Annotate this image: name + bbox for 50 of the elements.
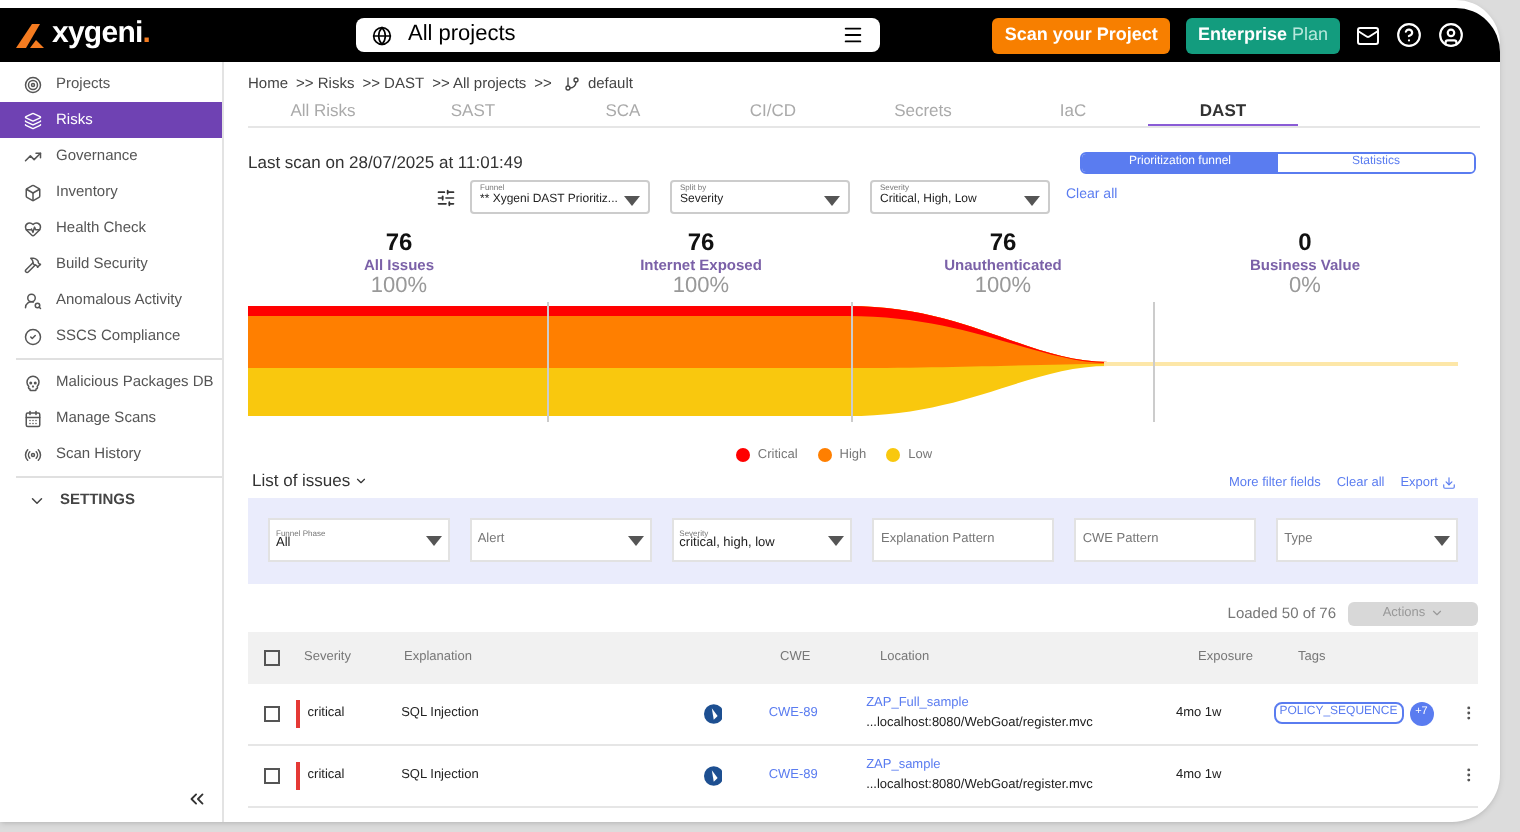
hammer-icon [24,255,42,273]
help-icon[interactable] [1396,22,1422,48]
list-title[interactable]: List of issues [252,468,369,494]
layers-icon [24,111,42,129]
logo-icon [16,23,44,47]
radio-icon [24,445,42,463]
stage-count: 0 [1298,230,1312,254]
project-selector[interactable]: All projects [356,18,880,52]
calendar-icon [24,409,42,427]
sliders-icon[interactable] [436,187,456,207]
stage-percent: 100% [370,275,428,297]
severity-bar [295,761,300,789]
chevron-icon [1429,606,1444,620]
row-checkbox[interactable] [264,767,280,783]
download-icon [1442,476,1456,490]
dropdown-caret-icon [828,535,845,545]
user-search-icon [24,291,42,309]
globe-icon [372,25,392,45]
chevron-icon [354,474,369,488]
collapse-icon[interactable] [186,788,208,810]
skull-icon [24,373,42,391]
trend-icon [24,147,42,165]
stage-count: 76 [687,230,715,254]
stage-count: 76 [989,230,1017,254]
dropdown-caret-icon [1433,535,1450,545]
dropdown-caret-icon [627,535,644,545]
tab[interactable]: DAST [1148,98,1298,126]
dropdown-caret-icon [624,196,640,206]
box-icon [24,183,42,201]
stage-percent: 100% [974,275,1032,297]
stage-count: 76 [385,230,413,254]
dropdown-caret-icon [824,196,840,206]
branch-icon [563,76,580,92]
heart-icon [24,219,42,237]
dropdown-caret-icon [425,535,442,545]
logo-wordmark: xygeni. [52,14,151,55]
last-scan-text: Last scan on 28/07/2025 at 11:01:49 [248,149,523,175]
scanner-icon [703,765,723,785]
menu-icon [842,24,864,46]
mail-icon[interactable] [1356,23,1380,47]
stage-percent: 100% [672,275,730,297]
dropdown-caret-icon [1024,196,1040,206]
severity-bar [295,699,300,727]
stage-percent: 0% [1289,275,1321,297]
check-circle-icon [24,327,42,345]
target-icon [24,75,42,93]
scanner-icon [703,703,723,723]
row-checkbox[interactable] [264,705,280,721]
select-all-checkbox[interactable] [264,649,280,665]
account-icon[interactable] [1438,22,1464,48]
